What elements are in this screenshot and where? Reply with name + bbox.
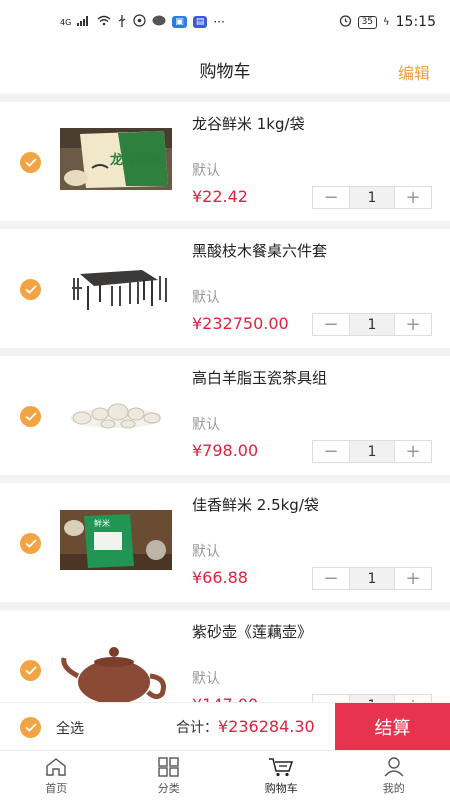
total-price: 合计：¥236284.30 xyxy=(176,717,315,737)
chat-icon xyxy=(152,15,166,30)
check-icon xyxy=(24,666,37,675)
increase-button[interactable]: + xyxy=(395,568,431,589)
tab-bar: 首页 分类 购物车 我的 xyxy=(0,750,450,800)
tab-category[interactable]: 分类 xyxy=(113,751,226,800)
quantity-stepper: − 1 + xyxy=(312,186,432,209)
item-price: ¥798.00 xyxy=(192,441,259,460)
tab-home[interactable]: 首页 xyxy=(0,751,113,800)
item-title[interactable]: 高白羊脂玉瓷茶具组 xyxy=(192,367,327,388)
cart-item: 鲜米 佳香鲜米 2.5kg/袋 默认 ¥66.88 − 1 + xyxy=(0,483,450,602)
select-all-checkbox[interactable] xyxy=(20,717,41,738)
cart-item: 高白羊脂玉瓷茶具组 默认 ¥798.00 − 1 + xyxy=(0,356,450,475)
check-icon xyxy=(24,285,37,294)
item-title[interactable]: 佳香鲜米 2.5kg/袋 xyxy=(192,494,319,515)
network-label: 4G xyxy=(60,17,72,27)
item-checkbox[interactable] xyxy=(20,279,41,300)
cart-item: 龙谷鲜米 龙谷鲜米 1kg/袋 默认 ¥22.42 − 1 + xyxy=(0,102,450,221)
item-price: ¥22.42 xyxy=(192,187,248,206)
check-icon xyxy=(24,158,37,167)
charging-icon: ϟ xyxy=(383,16,390,28)
edit-button[interactable]: 编辑 xyxy=(398,60,430,84)
decrease-button[interactable]: − xyxy=(313,187,349,208)
increase-button[interactable]: + xyxy=(395,314,431,335)
product-image[interactable] xyxy=(60,622,172,712)
item-price: ¥66.88 xyxy=(192,568,248,587)
product-image[interactable]: 龙谷鲜米 xyxy=(60,114,172,204)
clock: 15:15 xyxy=(395,14,436,30)
status-left: 4G ▣ ▤ ··· xyxy=(60,14,225,30)
total-amount: ¥236284.30 xyxy=(218,717,315,736)
product-image[interactable]: 鲜米 xyxy=(60,495,172,585)
item-checkbox[interactable] xyxy=(20,533,41,554)
item-spec: 默认 xyxy=(192,290,220,306)
settle-button[interactable]: 结算 xyxy=(335,703,450,751)
battery-level: 35 xyxy=(361,16,374,27)
decrease-button[interactable]: − xyxy=(313,441,349,462)
tab-cart[interactable]: 购物车 xyxy=(225,751,338,800)
status-bar: 4G ▣ ▤ ··· 35 ϟ 15:15 xyxy=(0,0,450,44)
signal-icon xyxy=(77,15,91,29)
item-checkbox[interactable] xyxy=(20,152,41,173)
tab-label: 我的 xyxy=(382,782,405,795)
tab-label: 首页 xyxy=(45,782,68,795)
checkout-bar: 全选 合计：¥236284.30 结算 xyxy=(0,702,450,751)
user-icon xyxy=(384,757,404,777)
check-icon xyxy=(24,539,37,548)
quantity-value[interactable]: 1 xyxy=(349,314,395,335)
header: 购物车 编辑 xyxy=(0,44,450,94)
increase-button[interactable]: + xyxy=(395,441,431,462)
item-spec: 默认 xyxy=(192,671,220,687)
usb-icon xyxy=(117,14,127,30)
check-icon xyxy=(24,723,37,732)
app-notification-icon xyxy=(133,14,146,30)
item-title[interactable]: 紫砂壶《莲藕壶》 xyxy=(192,621,312,642)
item-checkbox[interactable] xyxy=(20,660,41,681)
quantity-stepper: − 1 + xyxy=(312,567,432,590)
increase-button[interactable]: + xyxy=(395,187,431,208)
cart-item: 黑酸枝木餐桌六件套 默认 ¥232750.00 − 1 + xyxy=(0,229,450,348)
home-icon xyxy=(46,758,66,776)
check-icon xyxy=(24,412,37,421)
status-right: 35 ϟ 15:15 xyxy=(339,14,436,31)
decrease-button[interactable]: − xyxy=(313,314,349,335)
decrease-button[interactable]: − xyxy=(313,568,349,589)
cart-icon xyxy=(269,758,294,777)
quantity-value[interactable]: 1 xyxy=(349,568,395,589)
package-text: 龙谷鲜米 xyxy=(110,152,163,168)
item-title[interactable]: 龙谷鲜米 1kg/袋 xyxy=(192,113,305,134)
product-image[interactable] xyxy=(60,368,172,458)
total-label: 合计： xyxy=(176,720,218,736)
item-title[interactable]: 黑酸枝木餐桌六件套 xyxy=(192,240,327,261)
quantity-value[interactable]: 1 xyxy=(349,187,395,208)
quantity-value[interactable]: 1 xyxy=(349,441,395,462)
item-price: ¥232750.00 xyxy=(192,314,289,333)
app-badge-icon: ▣ xyxy=(172,16,187,28)
alarm-icon xyxy=(339,14,352,31)
wifi-icon xyxy=(97,15,111,29)
quantity-stepper: − 1 + xyxy=(312,313,432,336)
select-all-label[interactable]: 全选 xyxy=(56,718,84,738)
item-spec: 默认 xyxy=(192,163,220,179)
product-image[interactable] xyxy=(60,241,172,331)
cart-list: 龙谷鲜米 龙谷鲜米 1kg/袋 默认 ¥22.42 − 1 + 黑酸枝木餐桌六件… xyxy=(0,102,450,737)
item-spec: 默认 xyxy=(192,544,220,560)
page-title: 购物车 xyxy=(199,61,251,82)
tab-label: 分类 xyxy=(157,782,180,795)
category-icon xyxy=(158,757,179,777)
item-checkbox[interactable] xyxy=(20,406,41,427)
tab-profile[interactable]: 我的 xyxy=(338,751,450,800)
battery-icon: 35 xyxy=(357,15,378,29)
cart-screen: 4G ▣ ▤ ··· 35 ϟ 15:15 购物车 编辑 龙谷鲜米 龙谷鲜米 1… xyxy=(0,0,450,800)
more-notifications: ··· xyxy=(213,15,225,29)
tab-label: 购物车 xyxy=(264,782,298,795)
app-badge-icon-2: ▤ xyxy=(192,16,208,28)
package-text-2: 鲜米 xyxy=(94,518,110,528)
quantity-stepper: − 1 + xyxy=(312,440,432,463)
item-spec: 默认 xyxy=(192,417,220,433)
